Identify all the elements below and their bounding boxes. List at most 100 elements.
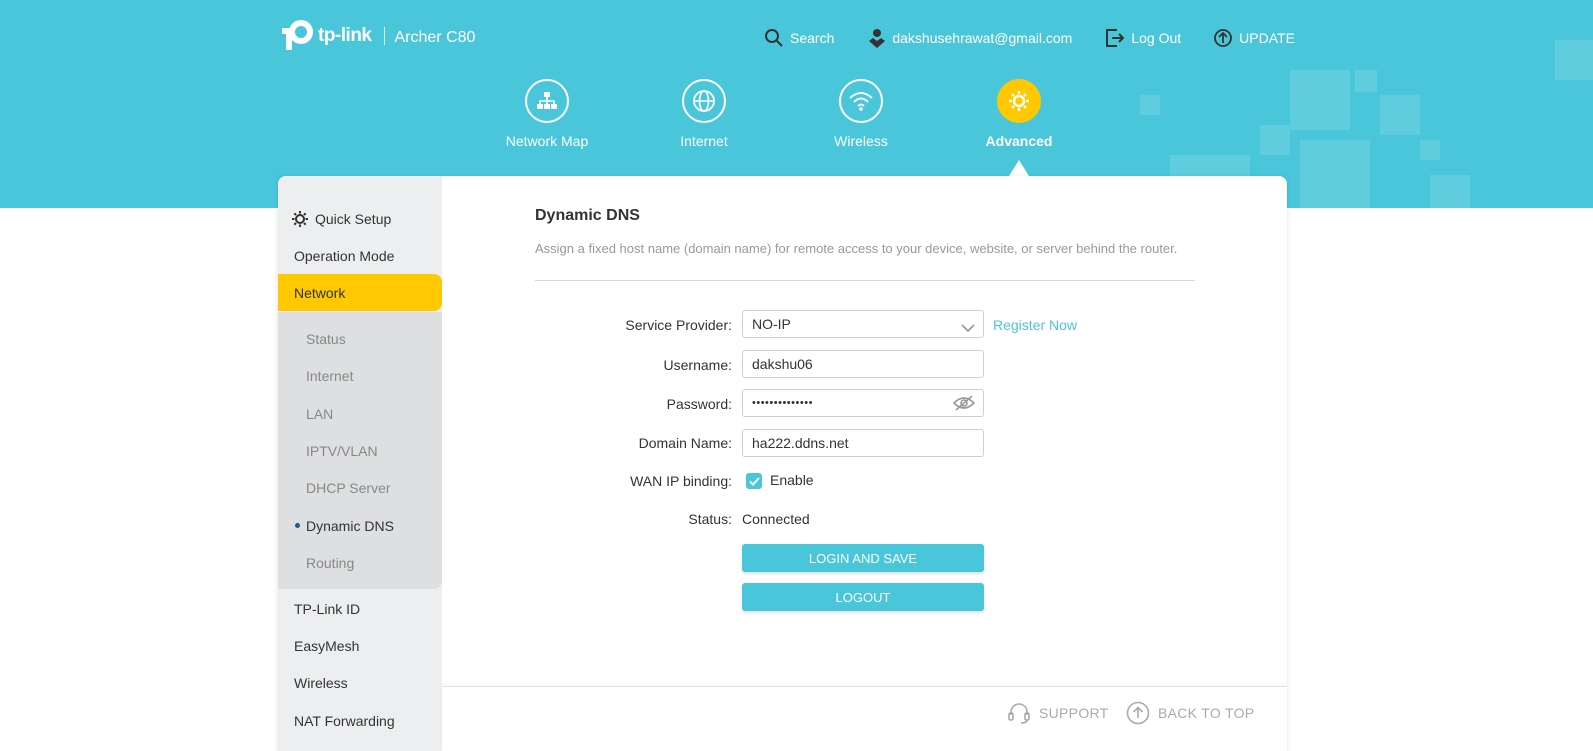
sidebar-item-label: TP-Link ID: [294, 600, 361, 617]
headset-icon: [1008, 703, 1030, 724]
wan-ip-binding-label: WAN IP binding:: [630, 473, 732, 489]
network-submenu: Status Internet LAN IPTV/VLAN DHCP Serve…: [278, 312, 442, 589]
decor-square: [1555, 40, 1593, 80]
nav-network-map[interactable]: Network Map: [482, 79, 612, 149]
sidebar-subitem-label: Routing: [306, 554, 355, 571]
account-link[interactable]: dakshusehrawat@gmail.com: [868, 28, 1072, 48]
chevron-down-icon: [961, 320, 975, 336]
sidebar-subitem-label: IPTV/VLAN: [306, 442, 378, 459]
username-label: Username:: [663, 357, 732, 373]
domain-name-input[interactable]: ha222.ddns.net: [742, 429, 984, 457]
nav-label: Wireless: [834, 133, 888, 149]
wifi-icon: [839, 79, 883, 123]
page-description: Assign a fixed host name (domain name) f…: [535, 241, 1178, 256]
sidebar-item-label: Wireless: [294, 674, 348, 691]
network-map-icon: [525, 79, 569, 123]
sidebar-item-label: Operation Mode: [294, 247, 395, 264]
sidebar-item-tp-link-id[interactable]: TP-Link ID: [278, 590, 442, 627]
logo-divider: [383, 27, 385, 45]
update-link[interactable]: UPDATE: [1213, 28, 1295, 48]
nav-internet[interactable]: Internet: [639, 79, 769, 149]
eye-slash-icon[interactable]: [952, 395, 976, 414]
sidebar-subitem-status[interactable]: Status: [278, 320, 442, 357]
search-icon: [765, 29, 783, 47]
decor-square: [1430, 175, 1470, 208]
nav-label: Internet: [680, 133, 728, 149]
nav-advanced[interactable]: Advanced: [954, 79, 1084, 149]
nav-wireless[interactable]: Wireless: [796, 79, 926, 149]
sidebar-subitem-label: LAN: [306, 405, 334, 422]
active-bullet: [295, 523, 300, 528]
logout-button[interactable]: LOGOUT: [742, 583, 984, 611]
checkmark-icon: [748, 476, 760, 486]
password-input[interactable]: ••••••••••••••: [742, 389, 984, 417]
username-input[interactable]: dakshu06: [742, 350, 984, 378]
password-label: Password:: [666, 396, 732, 412]
search-link[interactable]: Search: [764, 28, 834, 48]
sidebar-subitem-label: DHCP Server: [306, 479, 391, 496]
logout-link[interactable]: Log Out: [1105, 28, 1181, 48]
status-value: Connected: [742, 511, 810, 527]
sidebar-subitem-internet[interactable]: Internet: [278, 357, 442, 394]
sidebar-item-label: Quick Setup: [315, 210, 392, 227]
sidebar-item-wireless[interactable]: Wireless: [278, 664, 442, 701]
sidebar-item-label: Network: [294, 284, 346, 301]
sidebar-item-quick-setup[interactable]: Quick Setup: [278, 200, 442, 237]
gear-icon: [997, 79, 1041, 123]
account-email: dakshusehrawat@gmail.com: [892, 30, 1073, 46]
domain-name-label: Domain Name:: [638, 435, 732, 451]
main-nav: Network Map Internet Wireless Advanced: [0, 79, 1593, 169]
sidebar-subitem-label: Internet: [306, 367, 354, 384]
gear-icon: [291, 210, 309, 228]
sidebar-item-nat-forwarding[interactable]: NAT Forwarding: [278, 702, 442, 739]
search-label: Search: [790, 30, 835, 46]
tp-link-logo[interactable]: tp-link Archer C80: [278, 18, 475, 54]
status-label: Status:: [688, 511, 732, 527]
divider: [535, 280, 1195, 281]
back-to-top-link[interactable]: BACK TO TOP: [1126, 701, 1254, 725]
service-provider-select[interactable]: NO-IP: [742, 310, 984, 338]
sidebar-subitem-lan[interactable]: LAN: [278, 395, 442, 432]
update-label: UPDATE: [1239, 30, 1295, 46]
tp-link-logo-icon: [278, 18, 314, 54]
sidebar-item-operation-mode[interactable]: Operation Mode: [278, 237, 442, 274]
page-title: Dynamic DNS: [535, 207, 640, 224]
top-links: Search dakshusehrawat@gmail.com Log Out …: [764, 28, 1295, 48]
sidebar-subitem-dynamic-dns[interactable]: Dynamic DNS: [278, 507, 442, 544]
user-icon: [869, 29, 886, 48]
login-and-save-button[interactable]: LOGIN AND SAVE: [742, 544, 984, 572]
logout-label: Log Out: [1131, 30, 1182, 46]
support-label: SUPPORT: [1039, 705, 1109, 721]
sidebar: Quick Setup Operation Mode Status Intern…: [278, 176, 442, 751]
support-link[interactable]: SUPPORT: [1007, 701, 1109, 725]
sidebar-subitem-routing[interactable]: Routing: [278, 544, 442, 581]
sidebar-item-easymesh[interactable]: EasyMesh: [278, 627, 442, 664]
active-nav-pointer: [1009, 160, 1029, 176]
enable-label[interactable]: Enable: [770, 472, 814, 488]
back-to-top-label: BACK TO TOP: [1158, 705, 1255, 721]
sidebar-subitem-iptv-vlan[interactable]: IPTV/VLAN: [278, 432, 442, 469]
upload-icon: [1214, 29, 1233, 47]
ddns-panel: Dynamic DNS Assign a fixed host name (do…: [442, 176, 1287, 686]
nav-label: Network Map: [505, 133, 589, 149]
footer: SUPPORT BACK TO TOP: [442, 686, 1287, 751]
nav-label: Advanced: [985, 133, 1053, 149]
wan-ip-binding-checkbox[interactable]: [746, 473, 762, 489]
sidebar-item-label: EasyMesh: [294, 637, 360, 654]
sidebar-subitem-label: Dynamic DNS: [306, 517, 394, 534]
domain-name-value: ha222.ddns.net: [752, 435, 849, 451]
sidebar-subitem-dhcp-server[interactable]: DHCP Server: [278, 469, 442, 506]
service-provider-value: NO-IP: [752, 316, 791, 332]
sidebar-item-label: NAT Forwarding: [294, 712, 395, 729]
globe-icon: [682, 79, 726, 123]
brand-name: tp-link: [318, 25, 372, 46]
logout-icon: [1106, 29, 1125, 47]
register-now-link[interactable]: Register Now: [993, 317, 1077, 333]
username-value: dakshu06: [752, 356, 813, 372]
model-name: Archer C80: [394, 28, 476, 46]
sidebar-item-network[interactable]: Network: [278, 274, 442, 311]
arrow-up-circle-icon: [1126, 701, 1150, 725]
main-card: Quick Setup Operation Mode Status Intern…: [278, 176, 1287, 751]
password-value: ••••••••••••••: [752, 397, 813, 409]
service-provider-label: Service Provider:: [625, 317, 732, 333]
